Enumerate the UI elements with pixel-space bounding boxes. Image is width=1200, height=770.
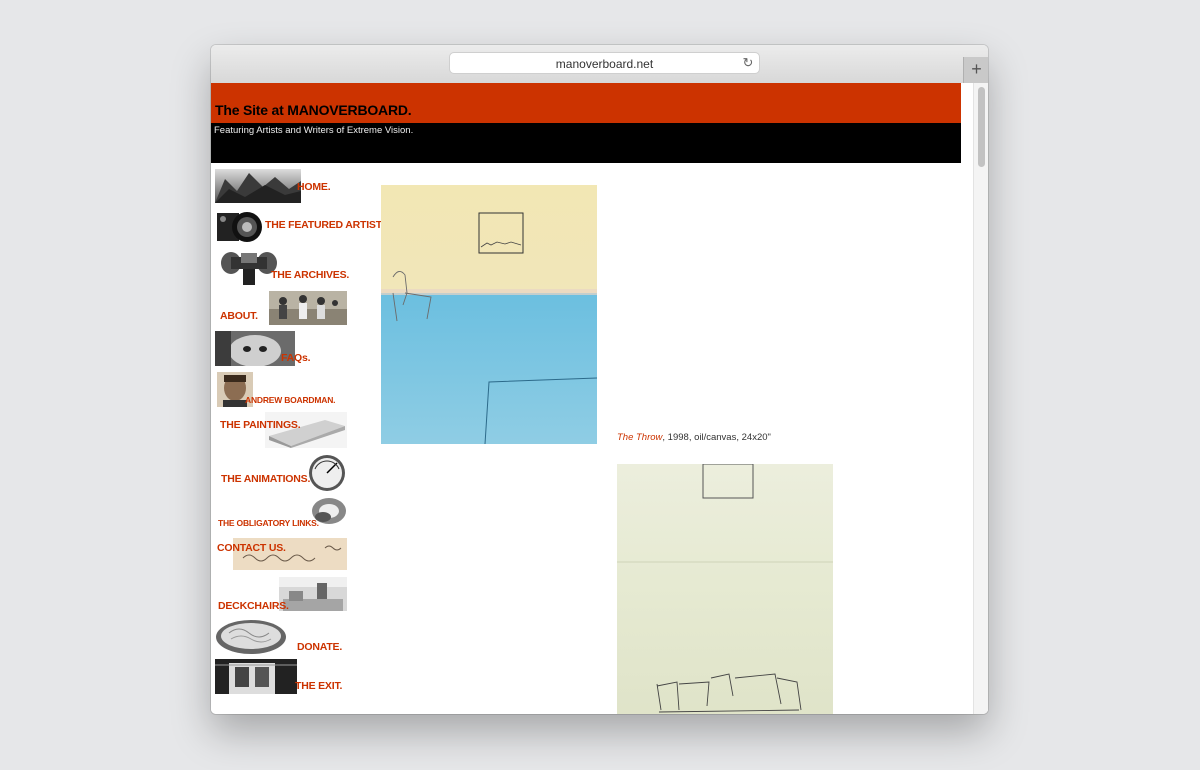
new-tab-button[interactable]: + [963, 57, 988, 83]
doorway-photo-icon [215, 659, 297, 694]
nav-donate-label: DONATE. [297, 641, 343, 653]
nav-donate[interactable]: DONATE. [215, 617, 347, 655]
nav-featured-artist-label: THE FEATURED ARTIST. [265, 219, 384, 231]
nav-animations[interactable]: THE ANIMATIONS. [215, 453, 347, 491]
nav-contact-us[interactable]: CONTACT US. [215, 536, 347, 572]
nav-andrew-boardman[interactable]: ANDREW BOARDMAN. [215, 372, 347, 408]
scrollbar-thumb[interactable] [978, 87, 985, 167]
site-header: The Site at MANOVERBOARD. [211, 83, 961, 123]
nav-paintings[interactable]: THE PAINTINGS. [215, 412, 347, 448]
people-photo-icon [269, 291, 347, 325]
artwork-title[interactable]: The Throw [617, 432, 662, 443]
nav-contact-us-label: CONTACT US. [217, 542, 286, 554]
address-bar[interactable]: manoverboard.net ↻ [449, 52, 760, 74]
nav-exit[interactable]: THE EXIT. [215, 659, 347, 695]
grinder-machine-icon [219, 249, 279, 285]
nav-archives-label: THE ARCHIVES. [271, 269, 350, 281]
nav-andrew-boardman-label: ANDREW BOARDMAN. [245, 395, 336, 405]
site-tagline: Featuring Artists and Writers of Extreme… [214, 125, 414, 136]
reload-icon[interactable]: ↻ [741, 56, 755, 70]
painting-pale-room[interactable] [617, 464, 833, 714]
painting-the-throw[interactable] [381, 185, 597, 444]
nav-obligatory-links-label: THE OBLIGATORY LINKS. [218, 518, 319, 528]
address-url[interactable]: manoverboard.net [450, 57, 759, 71]
pie-plate-icon [215, 619, 287, 655]
nav-faqs[interactable]: FAQs. [215, 331, 347, 367]
nav-home-label: HOME. [297, 181, 331, 193]
nav-deckchairs[interactable]: DECKCHAIRS. [215, 577, 347, 613]
mountain-photo-icon [215, 169, 301, 203]
nav-faqs-label: FAQs. [281, 352, 311, 364]
plus-icon: + [971, 59, 982, 79]
tagline-bar: Featuring Artists and Writers of Extreme… [211, 123, 961, 163]
nav-home[interactable]: HOME. [215, 167, 347, 203]
site-title: The Site at MANOVERBOARD. [215, 102, 412, 118]
nav-about[interactable]: ABOUT. [215, 291, 347, 327]
nav-animations-label: THE ANIMATIONS. [221, 473, 311, 485]
browser-toolbar: manoverboard.net ↻ + [211, 45, 988, 84]
nav-about-label: ABOUT. [220, 310, 258, 322]
nav-exit-label: THE EXIT. [295, 680, 343, 692]
nav-obligatory-links[interactable]: THE OBLIGATORY LINKS. [215, 495, 347, 531]
artwork-caption: The Throw, 1998, oil/canvas, 24x20" [617, 432, 771, 443]
camera-lens-icon [215, 209, 269, 245]
page-content: The Site at MANOVERBOARD. Featuring Arti… [211, 83, 988, 714]
nav-featured-artist[interactable]: THE FEATURED ARTIST. [215, 207, 384, 245]
nav-archives[interactable]: THE ARCHIVES. [215, 249, 350, 285]
browser-window: manoverboard.net ↻ + The Site at MANOVER… [211, 45, 988, 714]
ship-deck-icon [279, 577, 347, 611]
artwork-details: , 1998, oil/canvas, 24x20" [662, 432, 771, 443]
nav-deckchairs-label: DECKCHAIRS. [218, 600, 289, 612]
page-scrollbar[interactable] [973, 83, 988, 714]
nav-paintings-label: THE PAINTINGS. [220, 419, 301, 431]
